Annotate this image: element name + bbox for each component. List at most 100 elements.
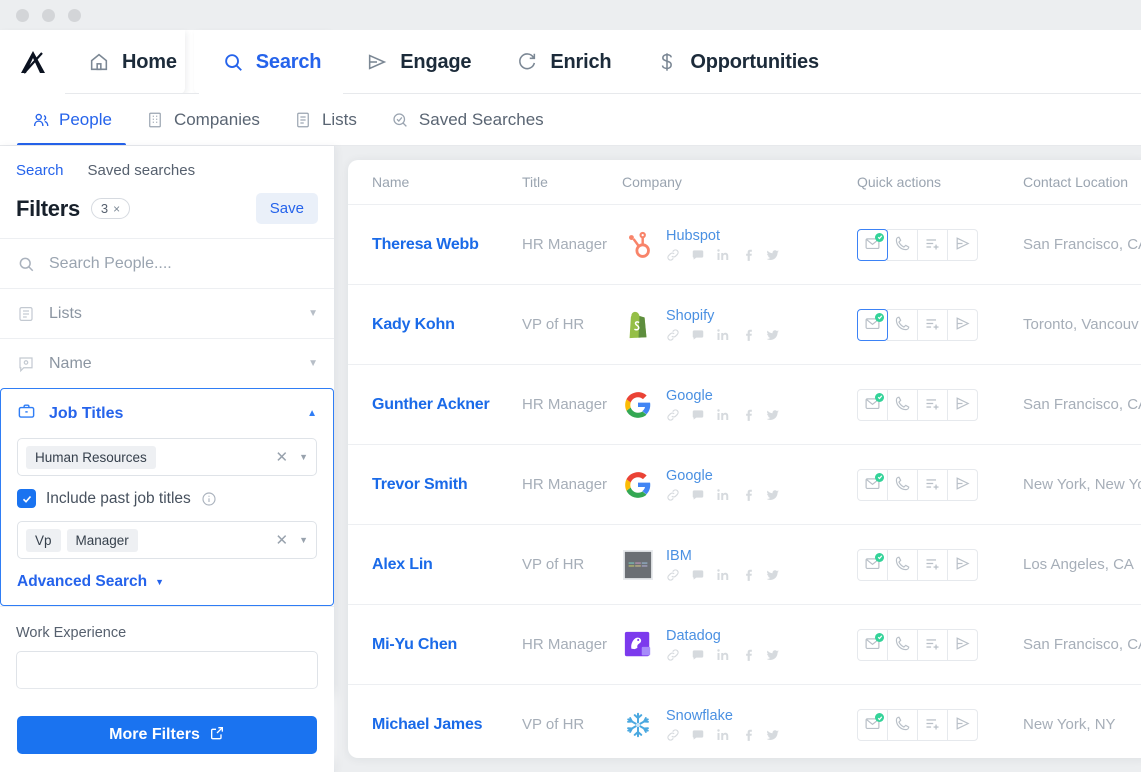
company-name-link[interactable]: Google [666, 468, 780, 484]
filter-row-name[interactable]: Name ▼ [0, 338, 334, 388]
send-action[interactable] [947, 308, 978, 341]
table-row[interactable]: Theresa Webb HR Manager Hubspot San Francis… [348, 205, 1141, 285]
call-action[interactable] [887, 388, 918, 421]
facebook-icon[interactable] [741, 408, 755, 422]
advanced-search-toggle[interactable]: Advanced Search ▼ [17, 573, 317, 591]
twitter-icon[interactable] [766, 328, 780, 342]
chip-vp[interactable]: Vp [26, 528, 61, 552]
linkedin-icon[interactable] [716, 248, 730, 262]
add-to-sequence-action[interactable] [917, 228, 948, 261]
nav-item-enrich[interactable]: Enrich [493, 30, 633, 94]
company-name-link[interactable]: Snowflake [666, 708, 780, 724]
chip-manager[interactable]: Manager [66, 528, 138, 552]
add-to-sequence-action[interactable] [917, 548, 948, 581]
chevron-down-icon[interactable]: ▼ [299, 452, 308, 462]
table-row[interactable]: Alex Lin VP of HR IBM Los Angeles, CA [348, 525, 1141, 605]
chat-icon[interactable] [691, 248, 705, 262]
link-icon[interactable] [666, 728, 680, 742]
contact-name-link[interactable]: Kady Kohn [372, 316, 455, 333]
twitter-icon[interactable] [766, 408, 780, 422]
chevron-down-icon[interactable]: ▼ [299, 535, 308, 545]
chat-icon[interactable] [691, 648, 705, 662]
info-icon[interactable] [201, 491, 217, 507]
contact-name-link[interactable]: Gunther Ackner [372, 396, 490, 413]
window-close-dot[interactable] [16, 8, 29, 22]
link-icon[interactable] [666, 328, 680, 342]
email-action[interactable] [857, 388, 888, 421]
add-to-sequence-action[interactable] [917, 388, 948, 421]
contact-name-link[interactable]: Alex Lin [372, 556, 433, 573]
link-icon[interactable] [666, 568, 680, 582]
link-icon[interactable] [666, 488, 680, 502]
sidebar-tab-search[interactable]: Search [16, 162, 64, 179]
table-row[interactable]: Michael James VP of HR Snowflake New York, … [348, 685, 1141, 758]
send-action[interactable] [947, 548, 978, 581]
chat-icon[interactable] [691, 408, 705, 422]
chat-icon[interactable] [691, 488, 705, 502]
nav-item-opportunities[interactable]: Opportunities [633, 30, 841, 94]
contact-name-link[interactable]: Trevor Smith [372, 476, 468, 493]
call-action[interactable] [887, 548, 918, 581]
company-name-link[interactable]: Google [666, 388, 780, 404]
contact-name-link[interactable]: Mi-Yu Chen [372, 636, 457, 653]
job-titles-secondary-select[interactable]: Vp Manager ✕ ▼ [17, 521, 317, 559]
email-action[interactable] [857, 709, 888, 741]
window-maximize-dot[interactable] [68, 8, 81, 22]
save-button[interactable]: Save [255, 193, 318, 224]
twitter-icon[interactable] [766, 648, 780, 662]
linkedin-icon[interactable] [716, 728, 730, 742]
facebook-icon[interactable] [741, 248, 755, 262]
chat-icon[interactable] [691, 568, 705, 582]
contact-name-link[interactable]: Theresa Webb [372, 236, 479, 253]
apollo-logo[interactable] [0, 30, 65, 94]
clear-icon[interactable]: ✕ [276, 448, 289, 466]
twitter-icon[interactable] [766, 568, 780, 582]
send-action[interactable] [947, 709, 978, 741]
table-row[interactable]: Trevor Smith HR Manager Google New York, Ne… [348, 445, 1141, 525]
subnav-item-people[interactable]: People [14, 94, 129, 146]
table-row[interactable]: Kady Kohn VP of HR Shopify Toronto, Vancouv [348, 285, 1141, 365]
filter-row-lists[interactable]: Lists ▼ [0, 288, 334, 338]
chevron-up-icon[interactable]: ▲ [307, 408, 317, 419]
clear-filters-icon[interactable]: × [113, 202, 120, 216]
contact-name-link[interactable]: Michael James [372, 716, 483, 733]
twitter-icon[interactable] [766, 488, 780, 502]
add-to-sequence-action[interactable] [917, 468, 948, 501]
work-experience-input[interactable] [16, 651, 318, 689]
include-past-job-titles-checkbox[interactable] [17, 489, 36, 508]
send-action[interactable] [947, 228, 978, 261]
more-filters-button[interactable]: More Filters [17, 716, 317, 754]
chip-human-resources[interactable]: Human Resources [26, 445, 156, 469]
subnav-item-companies[interactable]: Companies [129, 94, 277, 146]
link-icon[interactable] [666, 648, 680, 662]
email-action[interactable] [857, 628, 888, 661]
send-action[interactable] [947, 628, 978, 661]
chat-icon[interactable] [691, 328, 705, 342]
nav-item-engage[interactable]: Engage [343, 30, 493, 94]
email-action[interactable] [857, 548, 888, 581]
twitter-icon[interactable] [766, 248, 780, 262]
email-action[interactable] [857, 468, 888, 501]
twitter-icon[interactable] [766, 728, 780, 742]
subnav-item-lists[interactable]: Lists [277, 94, 374, 146]
linkedin-icon[interactable] [716, 328, 730, 342]
call-action[interactable] [887, 709, 918, 741]
send-action[interactable] [947, 468, 978, 501]
facebook-icon[interactable] [741, 568, 755, 582]
add-to-sequence-action[interactable] [917, 709, 948, 741]
table-row[interactable]: Mi-Yu Chen HR Manager Datadog San Francisco… [348, 605, 1141, 685]
window-minimize-dot[interactable] [42, 8, 55, 22]
facebook-icon[interactable] [741, 728, 755, 742]
email-action[interactable] [857, 228, 888, 261]
company-name-link[interactable]: IBM [666, 548, 780, 564]
job-titles-header[interactable]: Job Titles ▲ [1, 389, 333, 438]
add-to-sequence-action[interactable] [917, 628, 948, 661]
facebook-icon[interactable] [741, 648, 755, 662]
company-name-link[interactable]: Datadog [666, 628, 780, 644]
chevron-down-icon[interactable]: ▼ [308, 308, 318, 319]
linkedin-icon[interactable] [716, 488, 730, 502]
email-action[interactable] [857, 308, 888, 341]
subnav-item-saved-searches[interactable]: Saved Searches [374, 94, 561, 146]
call-action[interactable] [887, 628, 918, 661]
chat-icon[interactable] [691, 728, 705, 742]
